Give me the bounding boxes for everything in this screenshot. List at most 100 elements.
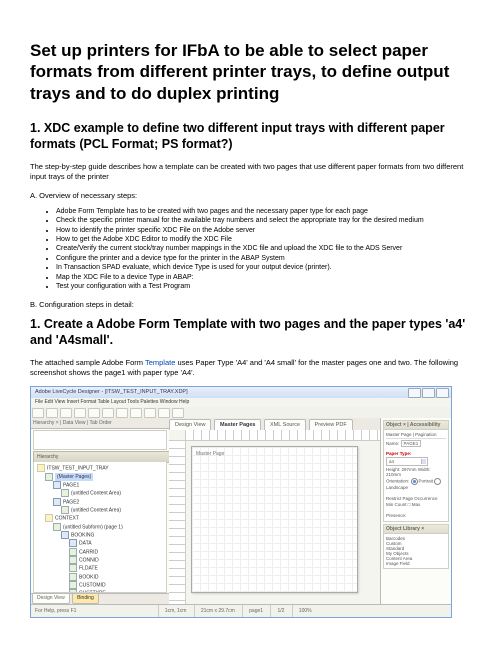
- library-item[interactable]: Image Field: [386, 561, 446, 566]
- designer-screenshot: Adobe LiveCycle Designer - [ITSW_TEST_IN…: [30, 386, 452, 618]
- node-icon: [69, 539, 77, 547]
- text: The attached sample Adobe Form: [30, 358, 145, 367]
- list-item: Create/Verify the current stock/tray num…: [56, 244, 472, 253]
- tree-item[interactable]: FLDATE: [79, 566, 98, 572]
- list-item: Check the specific printer manual for th…: [56, 216, 472, 225]
- tree-item[interactable]: CUSTOMID: [79, 582, 106, 588]
- attached-text: The attached sample Adobe Form Template …: [30, 358, 472, 378]
- right-panel: Object × | Accessibility Master Page | P…: [380, 418, 451, 605]
- object-palette-header[interactable]: Object × | Accessibility: [384, 421, 448, 430]
- tree-item[interactable]: (untitled Subform) (page 1): [63, 524, 123, 530]
- tab-master-pages[interactable]: Master Pages: [214, 419, 261, 430]
- list-item: Configure the printer and a device type …: [56, 254, 472, 263]
- name-value[interactable]: PAGE1: [401, 440, 422, 447]
- master-page-surface[interactable]: Master Page: [191, 446, 358, 593]
- portrait-label: Portrait: [419, 479, 434, 484]
- field-icon: [69, 581, 77, 589]
- page-icon: [53, 498, 61, 506]
- tree-item[interactable]: (untitled Content Area): [71, 491, 121, 497]
- field-icon: [69, 573, 77, 581]
- design-canvas[interactable]: Master Page: [169, 430, 381, 605]
- context-icon: [45, 514, 53, 522]
- radio-landscape[interactable]: [434, 478, 441, 485]
- close-icon[interactable]: [436, 388, 449, 398]
- toolbar-button-icon[interactable]: [144, 408, 156, 418]
- field-icon: [69, 564, 77, 572]
- page-title: Set up printers for IFbA to be able to s…: [30, 40, 472, 104]
- subsection-1-heading: 1. Create a Adobe Form Template with two…: [30, 316, 472, 349]
- tab-design-view[interactable]: Design View: [169, 419, 211, 430]
- restrict-occurrence[interactable]: Restrict Page Occurrence: [386, 496, 446, 501]
- object-palette: Object × | Accessibility Master Page | P…: [383, 420, 449, 522]
- tree-item[interactable]: DATA: [79, 541, 92, 547]
- subform-icon: [53, 523, 61, 531]
- tree-item[interactable]: PAGE1: [63, 482, 79, 488]
- minimize-icon[interactable]: [408, 388, 421, 398]
- tree-item[interactable]: ITSW_TEST_INPUT_TRAY: [47, 466, 109, 472]
- tab-xml-source[interactable]: XML Source: [264, 419, 306, 430]
- tree-item[interactable]: CONNID: [79, 557, 99, 563]
- status-size: 21cm x 29.7cm: [194, 605, 241, 617]
- left-panel-tabs[interactable]: Hierarchy × | Data View | Tab Order: [31, 418, 169, 429]
- status-page-name: page1: [242, 605, 269, 617]
- toolbar-button-icon[interactable]: [172, 408, 184, 418]
- object-library-header[interactable]: Object Library ×: [384, 525, 448, 534]
- list-item: In Transaction SPAD evaluate, which devi…: [56, 263, 472, 272]
- tree-item[interactable]: CARRID: [79, 549, 98, 555]
- object-library: Object Library × Barcodes Custom Standar…: [383, 524, 449, 569]
- form-icon: [37, 464, 45, 472]
- status-cursor: 1cm, 1cm: [158, 605, 193, 617]
- list-item: How to get the Adobe XDC Editor to modif…: [56, 235, 472, 244]
- list-item: Test your configuration with a Test Prog…: [56, 282, 472, 291]
- toolbar-button-icon[interactable]: [130, 408, 142, 418]
- object-subtabs[interactable]: Master Page | Pagination: [386, 432, 446, 439]
- toolbar-button-icon[interactable]: [102, 408, 114, 418]
- tree-item[interactable]: CONTEXT: [55, 516, 79, 522]
- min-max-row[interactable]: Min Count □ Max: [386, 502, 446, 507]
- height-value[interactable]: 297mm: [402, 467, 417, 472]
- tab-binding[interactable]: Binding: [72, 594, 99, 604]
- config-label: B. Configuration steps in detail:: [30, 300, 472, 310]
- toolbar-button-icon[interactable]: [116, 408, 128, 418]
- tree-item[interactable]: BOOKING: [71, 532, 94, 538]
- intro-text: The step-by-step guide describes how a t…: [30, 162, 472, 182]
- field-icon: [69, 556, 77, 564]
- template-link[interactable]: Template: [145, 358, 175, 367]
- width-label: Width:: [418, 467, 431, 472]
- radio-portrait[interactable]: [411, 478, 418, 485]
- list-item: Map the XDC File to a device Type in ABA…: [56, 273, 472, 282]
- tab-preview-pdf[interactable]: Preview PDF: [309, 419, 353, 430]
- area-icon: [61, 489, 69, 497]
- section-1-heading: 1. XDC example to define two different i…: [30, 120, 472, 153]
- status-page-num: 1/2: [270, 605, 290, 617]
- folder-icon: [45, 473, 53, 481]
- tree-item[interactable]: PAGE2: [63, 499, 79, 505]
- maximize-icon[interactable]: [422, 388, 435, 398]
- orientation-label: Orientation:: [386, 479, 409, 484]
- landscape-label: Landscape: [386, 485, 408, 490]
- toolbar-button-icon[interactable]: [60, 408, 72, 418]
- hierarchy-tree[interactable]: ITSW_TEST_INPUT_TRAY (Master Pages) PAGE…: [33, 462, 167, 593]
- node-icon: [61, 531, 69, 539]
- area-icon: [61, 506, 69, 514]
- toolbar-button-icon[interactable]: [32, 408, 44, 418]
- paper-type-label: Paper Type:: [386, 451, 446, 456]
- left-panel: Hierarchy × | Data View | Tab Order Hier…: [31, 418, 170, 605]
- tree-item[interactable]: (untitled Content Area): [71, 507, 121, 513]
- page-icon: [53, 481, 61, 489]
- toolbar-button-icon[interactable]: [46, 408, 58, 418]
- width-value[interactable]: 210mm: [386, 472, 401, 477]
- name-label: Name:: [386, 441, 399, 446]
- toolbar-button-icon[interactable]: [88, 408, 100, 418]
- tree-item-selected[interactable]: (Master Pages): [55, 473, 93, 481]
- toolbar-button-icon[interactable]: [158, 408, 170, 418]
- tree-item[interactable]: BOOKID: [79, 574, 98, 580]
- toolbar-button-icon[interactable]: [74, 408, 86, 418]
- status-zoom-pct[interactable]: 100%: [292, 605, 318, 617]
- window-title: Adobe LiveCycle Designer - [ITSW_TEST_IN…: [35, 389, 188, 395]
- paper-type-dropdown[interactable]: a4: [386, 457, 428, 466]
- field-icon: [69, 548, 77, 556]
- status-hint: For Help, press F1: [35, 608, 76, 614]
- tab-design-view[interactable]: Design View: [32, 594, 70, 604]
- status-bar: For Help, press F1 1cm, 1cm 21cm x 29.7c…: [31, 604, 451, 617]
